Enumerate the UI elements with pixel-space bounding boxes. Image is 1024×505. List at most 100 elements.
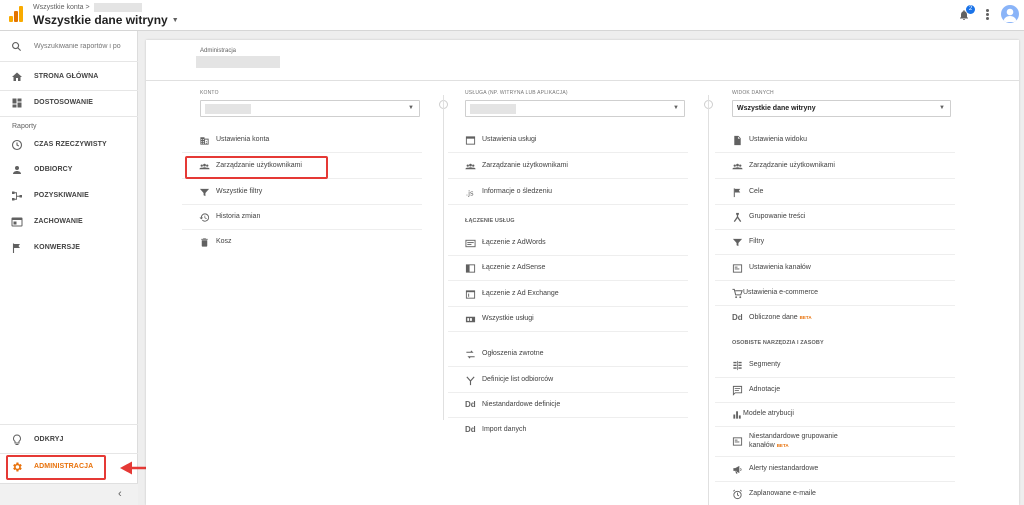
property-item-adsense[interactable]: Łączenie z AdSense <box>448 256 688 281</box>
sidebar-item-label: ODKRYJ <box>34 436 64 443</box>
sidebar-item-realtime[interactable]: CZAS RZECZYWISTY <box>0 133 138 157</box>
view-item-scheduled-emails[interactable]: Zaplanowane e-maile <box>715 482 955 505</box>
property-item-all-products[interactable]: Wszystkie usługi <box>448 307 688 332</box>
property-item-ad-exchange[interactable]: Łączenie z Ad Exchange <box>448 282 688 307</box>
view-item-attribution-models[interactable]: Modele atrybucji <box>715 402 955 427</box>
property-item-label: Zarządzanie użytkownikami <box>482 162 568 169</box>
caret-down-icon: ▼ <box>673 105 679 111</box>
property-item-custom-definitions[interactable]: Dd Niestandardowe definicje <box>448 393 688 418</box>
view-item-label: Ustawienia e-commerce <box>743 289 819 296</box>
sidebar-item-label: DOSTOSOWANIE <box>34 99 94 106</box>
property-item-postbacks[interactable]: Ogłoszenia zwrotne <box>448 342 688 367</box>
dashboard-icon <box>12 98 22 108</box>
account-column-header: KONTO <box>200 90 219 96</box>
property-item-settings[interactable]: Ustawienia usługi <box>448 128 688 153</box>
sidebar-item-label: CZAS RZECZYWISTY <box>34 141 107 148</box>
collapse-sidebar-button[interactable]: ‹ <box>0 483 138 505</box>
view-item-content-grouping[interactable]: Grupowanie treści <box>715 205 955 230</box>
view-item-label: Ustawienia kanałów <box>749 264 811 271</box>
sidebar-item-acquisition[interactable]: POZYSKIWANIE <box>0 184 138 208</box>
view-item-label: Alerty niestandardowe <box>749 465 819 472</box>
view-item-goals[interactable]: Cele <box>715 180 955 205</box>
breadcrumb-label[interactable]: Wszystkie konta > <box>33 4 90 11</box>
lightbulb-icon <box>13 434 21 445</box>
property-item-tracking-info[interactable]: .js Informacje o śledzeniu <box>448 180 688 205</box>
property-item-label: Definicje list odbiorców <box>482 376 554 383</box>
account-item-change-history[interactable]: Historia zmian <box>182 205 422 230</box>
property-selector[interactable]: ▼ <box>465 100 685 117</box>
scheduled-email-icon <box>733 489 742 500</box>
property-item-label: Łączenie z AdSense <box>482 264 546 271</box>
sidebar-item-conversions[interactable]: KONWERSJE <box>0 236 138 260</box>
view-item-label: Obliczone dane BETA <box>749 314 812 321</box>
calculated-metrics-label: Obliczone dane <box>749 314 798 321</box>
annotation-icon <box>732 385 743 396</box>
account-item-trash[interactable]: Kosz <box>182 230 422 255</box>
caret-down-icon[interactable]: ▼ <box>172 17 179 24</box>
property-item-audience-definitions[interactable]: Definicje list odbiorców <box>448 368 688 393</box>
breadcrumb[interactable]: Wszystkie konta > <box>33 3 142 12</box>
view-item-filters[interactable]: Filtry <box>715 230 955 255</box>
clock-icon <box>11 139 23 151</box>
view-item-annotations[interactable]: Adnotacje <box>715 378 955 403</box>
view-selector[interactable]: Wszystkie dane witryny ▼ <box>732 100 951 117</box>
admin-header-label: Administracja <box>200 48 237 54</box>
property-item-adwords[interactable]: Łączenie z AdWords <box>448 231 688 256</box>
all-products-icon <box>465 316 476 323</box>
property-item-user-management[interactable]: Zarządzanie użytkownikami <box>448 154 688 179</box>
view-item-custom-channel-grouping[interactable]: Niestandardowe grupowanie kanałów BETA <box>715 427 955 457</box>
property-selector[interactable]: Wszystkie dane witryny ▼ <box>33 13 179 27</box>
view-item-segments[interactable]: Segmenty <box>715 353 955 378</box>
js-code-icon: .js <box>466 190 474 198</box>
document-icon <box>734 135 741 146</box>
view-item-ecommerce[interactable]: Ustawienia e-commerce <box>715 281 955 306</box>
sidebar-item-audience[interactable]: ODBIORCY <box>0 158 138 182</box>
chevron-left-icon: ‹ <box>118 488 122 500</box>
postback-icon <box>466 350 475 359</box>
notification-count-badge[interactable]: 2 <box>966 5 975 14</box>
view-item-settings[interactable]: Ustawienia widoku <box>715 128 955 153</box>
account-item-all-filters[interactable]: Wszystkie filtry <box>182 180 422 205</box>
view-item-user-management[interactable]: Zarządzanie użytkownikami <box>715 154 955 179</box>
analytics-logo-icon[interactable] <box>9 6 23 22</box>
view-item-label: Zarządzanie użytkownikami <box>749 162 835 169</box>
view-item-label-cont: kanałów BETA <box>749 442 789 449</box>
trash-icon <box>201 238 208 247</box>
sidebar-item-home[interactable]: STRONA GŁÓWNA <box>0 65 138 89</box>
behavior-icon <box>11 217 23 227</box>
view-item-custom-alerts[interactable]: Alerty niestandardowe <box>715 457 955 482</box>
user-avatar[interactable] <box>1001 5 1019 23</box>
view-item-label: Cele <box>749 188 764 195</box>
account-item-label: Ustawienia konta <box>216 136 270 143</box>
account-selector[interactable]: ▼ <box>200 100 420 117</box>
report-search[interactable] <box>0 31 138 62</box>
property-item-data-import[interactable]: Dd Import danych <box>448 418 688 443</box>
svg-text:.js: .js <box>466 190 474 198</box>
view-item-label: Filtry <box>749 238 765 245</box>
admin-header: Administracja <box>146 40 1019 81</box>
channel-settings-icon <box>732 264 743 273</box>
filter-icon <box>199 188 210 197</box>
account-item-settings[interactable]: Ustawienia konta <box>182 128 422 153</box>
content-grouping-icon <box>733 212 742 222</box>
view-item-channel-settings[interactable]: Ustawienia kanałów <box>715 256 955 281</box>
property-item-label: Łączenie z AdWords <box>482 239 546 246</box>
view-item-label: Modele atrybucji <box>743 410 794 417</box>
channel-grouping-label-cont: kanałów <box>749 442 775 449</box>
flag-icon <box>12 243 20 253</box>
view-item-calculated-metrics[interactable]: Dd Obliczone dane BETA <box>715 306 955 331</box>
sidebar-item-customization[interactable]: DOSTOSOWANIE <box>0 91 138 115</box>
account-item-label: Kosz <box>216 238 232 245</box>
sidebar-item-behavior[interactable]: ZACHOWANIE <box>0 210 138 234</box>
property-item-label: Łączenie z Ad Exchange <box>482 290 559 297</box>
property-title[interactable]: Wszystkie dane witryny <box>33 13 168 27</box>
sidebar-item-discover[interactable]: ODKRYJ <box>0 428 138 452</box>
person-icon <box>13 166 21 174</box>
top-bar: Wszystkie konta > Wszystkie dane witryny… <box>0 0 1024 31</box>
search-input[interactable] <box>34 40 134 52</box>
flag-icon <box>733 188 741 198</box>
more-options-icon[interactable] <box>984 9 990 22</box>
sidebar: STRONA GŁÓWNA DOSTOSOWANIE Raporty CZAS … <box>0 31 138 505</box>
admin-panel: Administracja KONTO ▼ › Ustawienia konta… <box>146 40 1019 505</box>
audience-definition-icon <box>466 376 475 386</box>
